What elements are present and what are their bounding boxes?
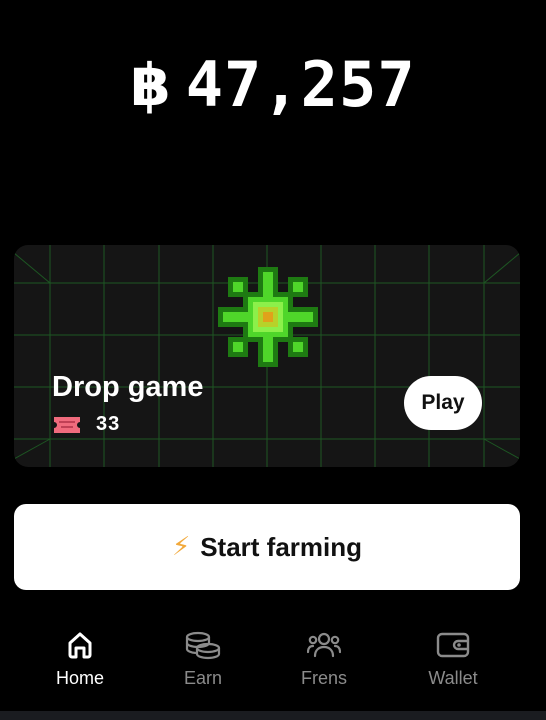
nav-item-wallet[interactable]: Wallet: [403, 630, 503, 689]
currency-symbol: ฿: [130, 50, 172, 119]
start-farming-button[interactable]: ⚡ Start farming: [14, 504, 520, 590]
play-button[interactable]: Play: [404, 376, 482, 430]
nav-label-home: Home: [55, 668, 104, 688]
drop-game-card: Drop game 33 Play: [14, 245, 520, 467]
home-icon: [68, 632, 92, 659]
ticket-counter: 33: [52, 413, 120, 436]
nav-label-frens: Frens: [300, 668, 347, 688]
bottom-edge-strip: [0, 711, 546, 720]
balance-amount: 47,257: [185, 48, 416, 121]
game-title: Drop game: [52, 371, 204, 403]
nav-item-earn[interactable]: Earn: [153, 630, 253, 689]
clover-icon[interactable]: [218, 267, 318, 367]
friends-icon: [307, 632, 341, 658]
nav-item-home[interactable]: Home: [30, 630, 130, 689]
wallet-icon: [436, 632, 470, 658]
nav-label-wallet: Wallet: [428, 668, 478, 688]
ticket-icon: [54, 416, 80, 433]
bottom-nav: Home Earn Frens Wallet: [0, 630, 546, 710]
coins-icon: [185, 631, 221, 660]
nav-item-frens[interactable]: Frens: [274, 630, 374, 689]
balance-display: ฿ 47,257: [0, 48, 546, 121]
start-farming-label: Start farming: [200, 531, 363, 562]
lightning-icon: ⚡: [171, 532, 191, 562]
ticket-count: 33: [96, 413, 121, 435]
nav-label-earn: Earn: [183, 668, 223, 688]
